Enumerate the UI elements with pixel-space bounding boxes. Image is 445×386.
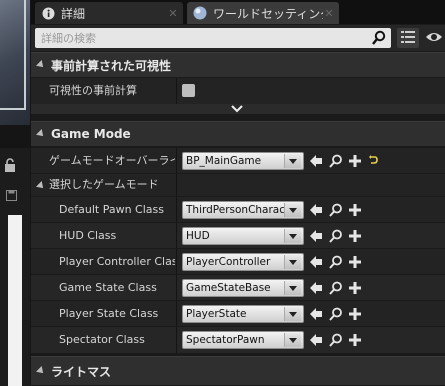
grid-icon (401, 30, 415, 46)
close-icon[interactable]: ✕ (167, 7, 179, 20)
tab-details-label: 詳細 (61, 6, 86, 21)
property-row-player-controller: Player Controller Class PlayerController (31, 248, 445, 275)
dropdown-arrow-icon (284, 333, 301, 347)
use-selected-icon[interactable] (309, 203, 323, 217)
property-row-player-state: Player State Class PlayerState (31, 300, 445, 327)
property-label: HUD Class (59, 229, 117, 242)
reset-to-default-icon[interactable] (368, 155, 382, 169)
property-label: Spectator Class (59, 333, 145, 346)
globe-icon (193, 6, 207, 20)
combo-value: PlayerState (186, 308, 247, 320)
search-box (35, 28, 391, 48)
property-row-default-pawn: Default Pawn Class ThirdPersonCharacter (31, 196, 445, 223)
dropdown-arrow-icon (284, 307, 301, 321)
spectator-class-select[interactable]: SpectatorPawn (182, 331, 304, 349)
tab-details[interactable]: 詳細 ✕ (35, 2, 183, 24)
tab-world-settings-label: ワールドセッティング (213, 6, 323, 21)
combo-value: GameStateBase (186, 282, 271, 294)
use-selected-icon[interactable] (309, 229, 323, 243)
use-selected-icon[interactable] (309, 255, 323, 269)
browse-icon[interactable] (329, 307, 343, 321)
dropdown-arrow-icon (284, 154, 301, 168)
category-title: 事前計算された可視性 (51, 58, 172, 73)
game-state-class-select[interactable]: GameStateBase (182, 279, 304, 297)
add-icon[interactable] (348, 281, 362, 295)
gamemode-override-select[interactable]: BP_MainGame (182, 152, 304, 170)
viewport-preview (0, 0, 30, 125)
side-scroll-area (8, 215, 22, 386)
player-state-class-select[interactable]: PlayerState (182, 305, 304, 323)
dropdown-arrow-icon (284, 255, 301, 269)
combo-value: ThirdPersonCharacter (186, 204, 284, 216)
collapse-arrow-icon (36, 181, 46, 191)
browse-icon[interactable] (329, 333, 343, 347)
browse-icon[interactable] (329, 255, 343, 269)
add-icon[interactable] (348, 307, 362, 321)
property-label: Player State Class (59, 307, 159, 320)
combo-value: SpectatorPawn (186, 334, 265, 346)
property-row: ゲームモードオーバーライド BP_MainGame (31, 147, 445, 174)
dropdown-arrow-icon (284, 203, 301, 217)
combo-value: BP_MainGame (186, 155, 262, 167)
save-icon[interactable] (6, 190, 18, 202)
property-matrix-button[interactable] (397, 28, 419, 48)
browse-icon[interactable] (329, 154, 343, 168)
property-row-game-state: Game State Class GameStateBase (31, 274, 445, 301)
precompute-visibility-checkbox[interactable] (182, 84, 195, 97)
property-label: Player Controller Class (59, 255, 175, 268)
info-icon (41, 6, 55, 20)
category-title: Game Mode (51, 127, 131, 141)
collapse-arrow-icon (36, 366, 46, 376)
close-icon[interactable]: ✕ (323, 7, 335, 20)
property-label: 可視性の事前計算 (49, 84, 137, 97)
use-selected-icon[interactable] (309, 307, 323, 321)
lock-icon[interactable] (4, 158, 18, 172)
collapse-arrow-icon (36, 129, 46, 139)
tab-world-settings[interactable]: ワールドセッティング ✕ (187, 2, 339, 24)
tab-bar: 詳細 ✕ ワールドセッティング ✕ (31, 0, 445, 24)
add-icon[interactable] (348, 255, 362, 269)
category-title: ライトマス (51, 364, 112, 379)
collapse-arrow-icon (36, 60, 46, 70)
add-icon[interactable] (348, 203, 362, 217)
category-game-mode[interactable]: Game Mode (31, 121, 445, 146)
category-lightmass[interactable]: ライトマス (31, 356, 445, 385)
browse-icon[interactable] (329, 281, 343, 295)
hud-class-select[interactable]: HUD (182, 227, 304, 245)
combo-value: HUD (186, 230, 210, 242)
browse-icon[interactable] (329, 229, 343, 243)
search-bar (31, 25, 445, 51)
property-row-spectator: Spectator Class SpectatorPawn (31, 326, 445, 353)
property-label: ゲームモードオーバーライド (49, 154, 175, 167)
chevron-down-icon (231, 105, 243, 113)
use-selected-icon[interactable] (309, 154, 323, 168)
category-precomputed-visibility[interactable]: 事前計算された可視性 (31, 52, 445, 77)
property-group-row[interactable]: 選択したゲームモード (31, 173, 445, 196)
add-icon[interactable] (348, 229, 362, 243)
add-icon[interactable] (348, 154, 362, 168)
details-panel: 詳細 ✕ ワールドセッティング ✕ 事前計算された可視性 (31, 0, 445, 386)
dropdown-arrow-icon (284, 229, 301, 243)
property-label: Default Pawn Class (59, 203, 164, 216)
default-pawn-class-select[interactable]: ThirdPersonCharacter (182, 201, 304, 219)
property-row: 可視性の事前計算 (31, 77, 445, 104)
browse-icon[interactable] (329, 203, 343, 217)
use-selected-icon[interactable] (309, 281, 323, 295)
search-icon[interactable] (371, 30, 387, 46)
dropdown-arrow-icon (284, 281, 301, 295)
combo-value: PlayerController (186, 256, 271, 268)
use-selected-icon[interactable] (309, 333, 323, 347)
player-controller-class-select[interactable]: PlayerController (182, 253, 304, 271)
property-label: Game State Class (59, 281, 157, 294)
property-row-hud: HUD Class HUD (31, 222, 445, 249)
search-input[interactable] (35, 28, 371, 48)
add-icon[interactable] (348, 333, 362, 347)
group-label: 選択したゲームモード (49, 178, 159, 191)
advanced-expander[interactable] (31, 104, 445, 114)
eye-icon[interactable] (425, 30, 443, 46)
